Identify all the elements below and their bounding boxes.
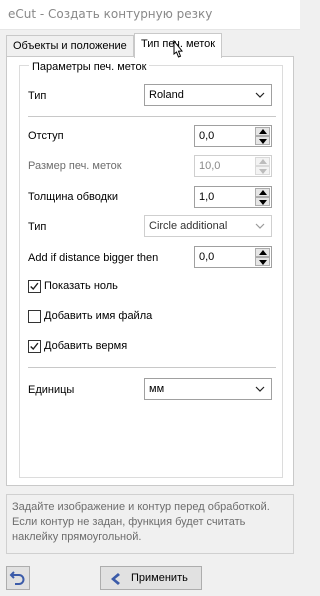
separator: [28, 367, 276, 368]
units-select-value: мм: [149, 383, 165, 395]
add-filename-checkbox-box[interactable]: [28, 310, 41, 323]
chevron-down-icon: [255, 386, 265, 392]
offset-increment-button[interactable]: [255, 127, 270, 136]
check-icon: [30, 342, 39, 351]
chevron-down-icon: [255, 223, 265, 229]
apply-button[interactable]: Применить: [100, 566, 202, 590]
show-zero-label: Показать ноль: [44, 280, 118, 292]
check-icon: [30, 282, 39, 291]
info-line-1: Задайте изображение и контур перед обраб…: [12, 501, 270, 513]
add-distance-increment-button[interactable]: [255, 248, 270, 257]
mark-size-decrement-button[interactable]: [255, 166, 270, 175]
info-line-2: Если контур не задан, функция будет счит…: [12, 516, 246, 528]
type-select[interactable]: Roland: [144, 84, 272, 106]
mark-size-increment-button[interactable]: [255, 157, 270, 166]
stroke-width-value: 1,0: [199, 191, 215, 203]
separator: [28, 116, 276, 117]
add-distance-decrement-button[interactable]: [255, 257, 270, 266]
mark-params-group-title: Параметры печ. меток: [29, 61, 150, 73]
add-filename-label: Добавить имя файла: [44, 310, 153, 322]
undo-icon: [9, 571, 25, 585]
mark-size-value: 10,0: [199, 160, 221, 172]
offset-label: Отступ: [28, 130, 64, 142]
apply-button-label: Применить: [131, 572, 188, 584]
stroke-width-spinbox[interactable]: 1,0: [194, 186, 272, 208]
offset-value: 0,0: [199, 130, 215, 142]
tab-objects-position-label: Объекты и положение: [13, 40, 127, 52]
stroke-width-label: Толщина обводки: [28, 191, 118, 203]
window-title: eCut - Создать контурную резку: [8, 7, 213, 21]
type-select-value: Roland: [149, 89, 184, 101]
undo-button[interactable]: [6, 566, 30, 590]
add-distance-spinbox[interactable]: 0,0: [194, 246, 272, 268]
stroke-width-decrement-button[interactable]: [255, 197, 270, 206]
units-select[interactable]: мм: [144, 378, 272, 400]
mark-size-label: Размер печ. меток: [28, 160, 122, 172]
tab-bar: Объекты и положение Тип печ. меток: [6, 33, 294, 58]
add-time-checkbox-box[interactable]: [28, 340, 41, 353]
add-distance-label: Add if distance bigger then: [28, 252, 159, 264]
mark-type-select[interactable]: Circle additional: [144, 215, 272, 237]
mark-size-spinbox[interactable]: 10,0: [194, 155, 272, 177]
offset-spinbox[interactable]: 0,0: [194, 125, 272, 147]
show-zero-checkbox-box[interactable]: [28, 280, 41, 293]
chevron-left-icon: [111, 573, 120, 585]
units-label: Единицы: [28, 384, 75, 396]
title-bar: eCut - Создать контурную резку: [0, 0, 300, 30]
mark-type-label: Тип: [28, 221, 47, 233]
add-distance-value: 0,0: [199, 251, 215, 263]
type-label: Тип: [28, 90, 47, 102]
info-line-3: наклейку прямоугольной.: [12, 531, 142, 543]
mouse-pointer-icon: [173, 40, 183, 58]
chevron-down-icon: [255, 92, 265, 98]
mark-type-select-value: Circle additional: [149, 220, 228, 232]
tab-objects-position[interactable]: Объекты и положение: [6, 35, 134, 57]
stroke-width-increment-button[interactable]: [255, 188, 270, 197]
add-time-label: Добавить вермя: [44, 340, 128, 352]
info-message-box: Задайте изображение и контур перед обраб…: [6, 494, 294, 554]
offset-decrement-button[interactable]: [255, 136, 270, 145]
tab-panel: Параметры печ. меток: [6, 56, 294, 486]
